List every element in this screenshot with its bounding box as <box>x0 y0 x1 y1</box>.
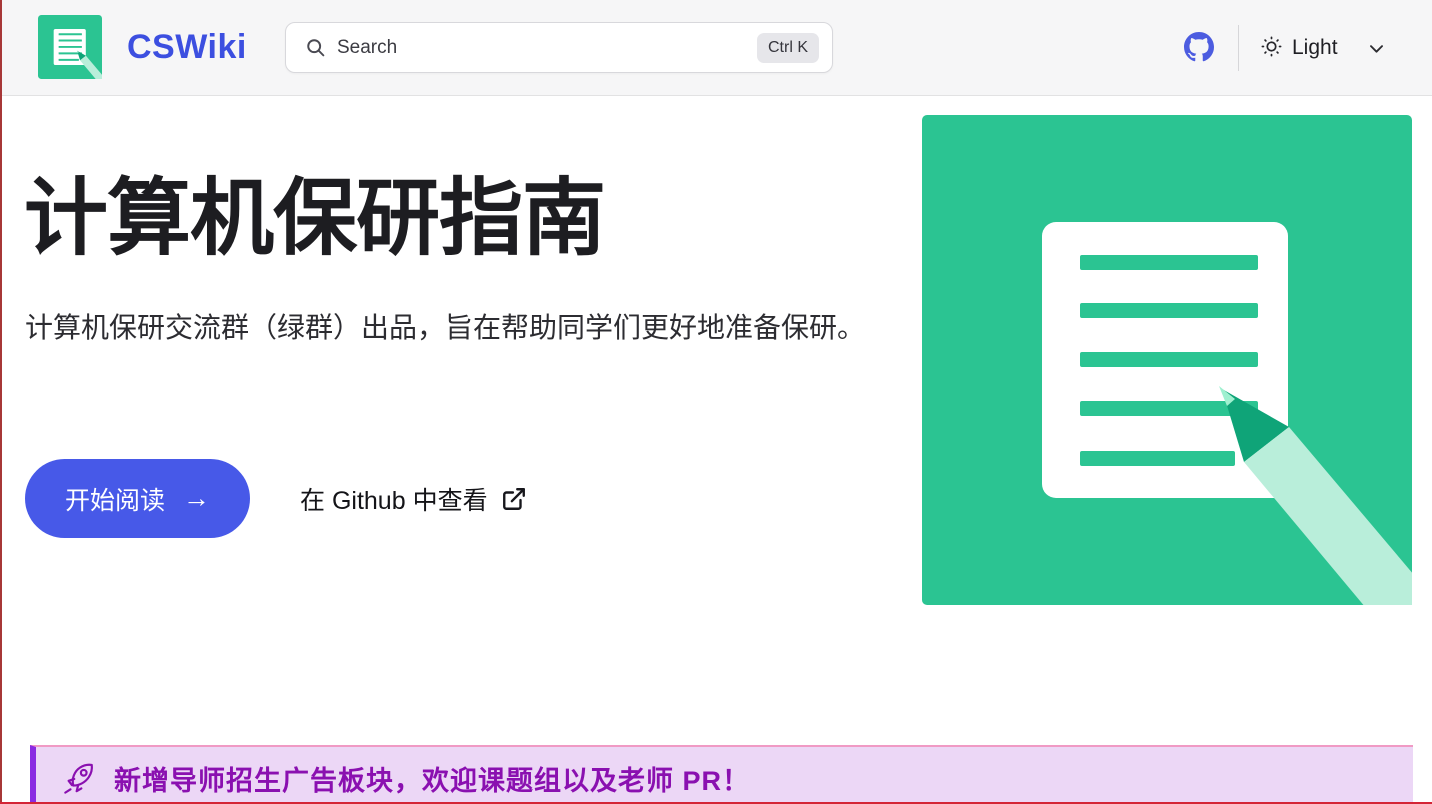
search-icon <box>305 37 326 58</box>
site-header: CSWiki Search Ctrl K <box>0 0 1432 96</box>
page: CSWiki Search Ctrl K <box>0 0 1432 804</box>
search-input[interactable]: Search Ctrl K <box>285 22 833 73</box>
start-reading-button[interactable]: 开始阅读 → <box>25 459 250 538</box>
github-view-label: 在 Github 中查看 <box>300 481 488 517</box>
hero-tagline: 计算机保研交流群（绿群）出品，旨在帮助同学们更好地准备保研。 <box>25 300 870 356</box>
hero-actions: 开始阅读 → 在 Github 中查看 <box>25 459 527 538</box>
rocket-icon <box>62 761 96 795</box>
github-link[interactable] <box>1184 32 1214 62</box>
logo-icon <box>38 15 102 79</box>
search-shortcut: Ctrl K <box>757 33 819 63</box>
header-divider <box>1238 25 1239 71</box>
brand-link[interactable]: CSWiki <box>38 15 247 79</box>
github-icon <box>1184 49 1214 66</box>
brand-title: CSWiki <box>127 28 247 67</box>
theme-toggle[interactable]: Light <box>1260 27 1386 69</box>
theme-label: Light <box>1292 36 1338 60</box>
sun-icon <box>1260 35 1283 61</box>
chevron-down-icon <box>1367 39 1386 58</box>
banner-text: 新增导师招生广告板块，欢迎课题组以及老师 PR！ <box>114 759 750 798</box>
hero-illustration <box>922 115 1412 605</box>
viewport-border-left <box>0 0 2 804</box>
arrow-right-icon: → <box>183 485 210 512</box>
github-view-link[interactable]: 在 Github 中查看 <box>300 481 527 517</box>
page-title: 计算机保研指南 <box>24 170 605 266</box>
external-link-icon <box>501 486 527 512</box>
search-placeholder: Search <box>337 37 397 59</box>
notice-banner[interactable]: 新增导师招生广告板块，欢迎课题组以及老师 PR！ <box>30 745 1413 804</box>
start-reading-label: 开始阅读 <box>65 481 165 517</box>
